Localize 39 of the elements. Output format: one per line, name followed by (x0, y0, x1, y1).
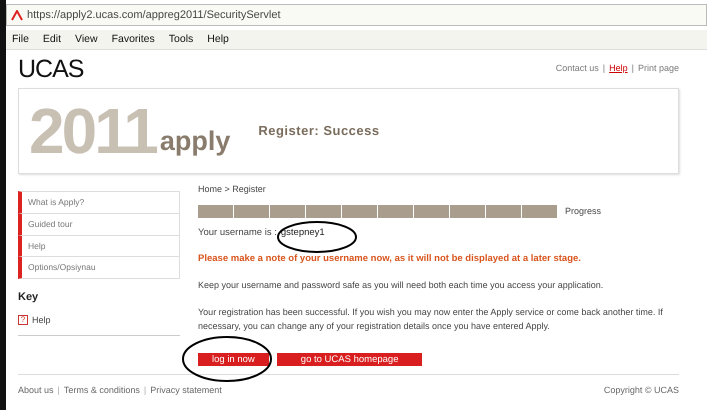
address-bar[interactable]: https://apply2.ucas.com/appreg2011/SecurityServlet (6, 4, 707, 26)
key-label: Help (32, 314, 51, 327)
key-heading: Key (18, 290, 40, 305)
menu-item[interactable]: View (75, 32, 98, 48)
sidebar-item[interactable]: What is Apply? (18, 191, 180, 214)
site-icon (11, 10, 23, 20)
info-paragraph: Keep your username and password safe as you will need both each time you access your application. (198, 278, 604, 292)
sidebar-item[interactable]: Help (18, 234, 180, 258)
breadcrumb-text: Home > Register (198, 183, 267, 196)
warning-text: Please make a note of your username now, as it will not be displayed at a later stage. (198, 252, 582, 266)
menu-item[interactable]: Tools (168, 32, 194, 48)
menu-item[interactable]: Edit (42, 32, 62, 48)
separator: | (602, 62, 606, 76)
menu-item[interactable]: File (12, 32, 29, 48)
menu-item[interactable]: Help (207, 32, 229, 48)
header-link[interactable]: Contact us (556, 62, 599, 76)
page-title: Register: Success (258, 122, 380, 140)
copyright-text: Copyright © UCAS (604, 384, 679, 397)
login-button[interactable]: log in now (198, 353, 269, 366)
year-text: 2011 (29, 99, 156, 163)
footer-link[interactable]: Terms & conditions (64, 384, 140, 398)
sidebar-item[interactable]: Options/Opsiynau (18, 256, 180, 279)
footer-link[interactable]: About us (18, 384, 54, 398)
header-link[interactable]: Print page (638, 62, 679, 76)
separator: | (144, 384, 146, 397)
menu-item[interactable]: Favorites (112, 32, 155, 48)
progress-label: Progress (565, 204, 602, 218)
info-paragraph: Your registration has been successful. If you wish you may now enter the Apply service or come back another time. If necessary, you can change any of your registration details once you have entered Apply. (198, 306, 664, 333)
homepage-button[interactable]: go to UCAS homepage (276, 353, 422, 366)
username-value: gstepney1 (280, 226, 325, 240)
product-name: apply (160, 124, 230, 158)
header-link[interactable]: Help (609, 62, 628, 76)
username-label: Your username is : (198, 226, 277, 240)
footer-link[interactable]: Privacy statement (150, 384, 222, 398)
separator: | (58, 384, 60, 397)
sidebar-item[interactable]: Guided tour (18, 212, 180, 236)
help-icon: ? (18, 315, 28, 326)
separator: | (632, 62, 634, 76)
logo: UCAS (18, 56, 84, 82)
